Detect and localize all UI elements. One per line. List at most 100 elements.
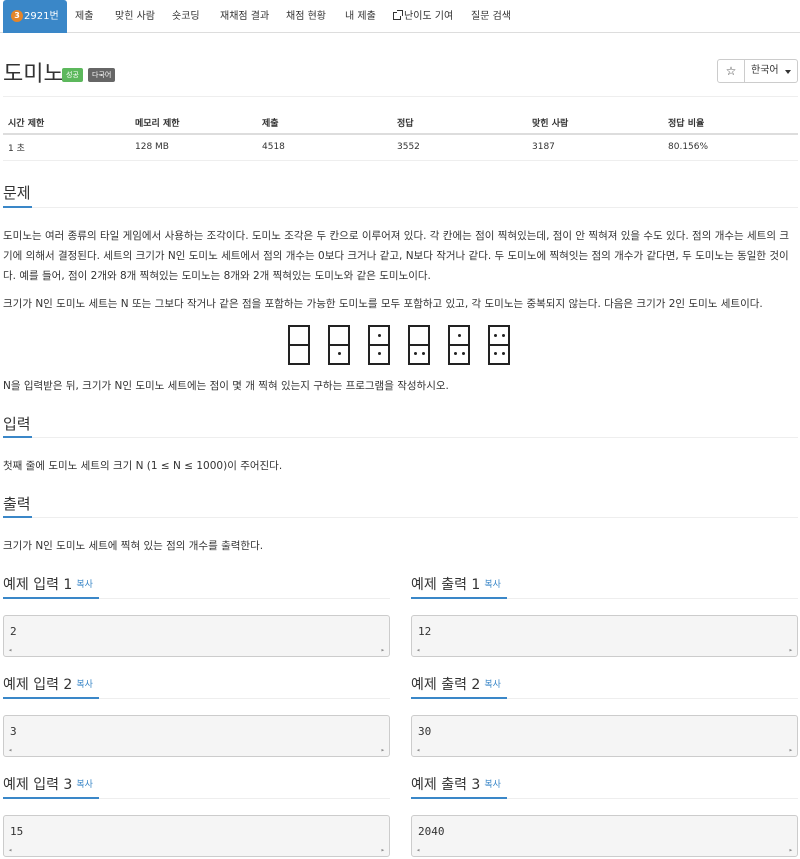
domino-tile (328, 325, 350, 365)
value-ratio: 80.156% (663, 134, 798, 161)
scroll-left-icon[interactable]: ◂ (8, 846, 12, 854)
domino-tile (288, 325, 310, 365)
scroll-right-icon[interactable]: ▸ (381, 846, 385, 854)
domino-tile (408, 325, 430, 365)
sample-output-box-3[interactable]: 2040 ◂ ▸ (411, 815, 798, 857)
sample-input-value: 3 (10, 725, 17, 738)
domino-pip (454, 352, 457, 355)
sample-output-box-2[interactable]: 30 ◂ ▸ (411, 715, 798, 757)
domino-pip (502, 352, 505, 355)
sample-input-title: 예제 입력 2 (3, 677, 73, 693)
language-select[interactable]: 한국어 (744, 59, 798, 83)
tab-rejudge-result[interactable]: 재채점 결과 (220, 0, 269, 33)
divider (3, 207, 798, 208)
sample-output-value: 2040 (418, 825, 445, 838)
heading-underline (3, 797, 99, 799)
domino-pip (378, 334, 381, 337)
domino-pip (414, 352, 417, 355)
scroll-left-icon[interactable]: ◂ (416, 746, 420, 754)
divider (3, 517, 798, 518)
tab-short-coding[interactable]: 숏코딩 (172, 0, 200, 33)
copy-button[interactable]: 복사 (484, 580, 501, 590)
star-button[interactable]: ☆ (717, 59, 745, 83)
heading-underline (411, 797, 507, 799)
scroll-right-icon[interactable]: ▸ (789, 646, 793, 654)
domino-pip (502, 334, 505, 337)
scroll-right-icon[interactable]: ▸ (381, 646, 385, 654)
sample-output-heading-1: 예제 출력 1 복사 (411, 574, 501, 594)
tab-my-submissions[interactable]: 내 제출 (345, 0, 376, 33)
output-description: 크기가 N인 도미노 세트에 찍혀 있는 점의 개수를 출력한다. (3, 540, 264, 552)
scroll-right-icon[interactable]: ▸ (789, 846, 793, 854)
tab-difficulty-contribution[interactable]: 난이도 기여 (393, 0, 453, 33)
scroll-left-icon[interactable]: ◂ (416, 846, 420, 854)
sample-output-title: 예제 출력 2 (411, 677, 481, 693)
scroll-left-icon[interactable]: ◂ (416, 646, 420, 654)
sample-output-title: 예제 출력 3 (411, 777, 481, 793)
sample-input-value: 15 (10, 825, 24, 838)
sample-output-box-1[interactable]: 12 ◂ ▸ (411, 615, 798, 657)
page-title: 도미노 (3, 62, 64, 87)
value-submissions: 4518 (257, 134, 392, 161)
heading-underline (411, 597, 507, 599)
problem-description-p3: N을 입력받은 뒤, 크기가 N인 도미노 세트에는 점이 몇 개 찍혀 있는지… (3, 380, 449, 392)
sample-input-title: 예제 입력 1 (3, 577, 73, 593)
tab-question-search[interactable]: 질문 검색 (471, 0, 511, 33)
heading-underline (3, 436, 32, 438)
tab-judge-status[interactable]: 채점 현황 (286, 0, 326, 33)
scroll-left-icon[interactable]: ◂ (8, 646, 12, 654)
tier-badge-icon: 3 (11, 10, 23, 22)
tab-solvers[interactable]: 맞힌 사람 (115, 0, 155, 33)
sample-input-heading-3: 예제 입력 3 복사 (3, 774, 93, 794)
tab-submit[interactable]: 제출 (75, 0, 93, 33)
domino-pip (338, 352, 341, 355)
domino-pip (422, 352, 425, 355)
scroll-right-icon[interactable]: ▸ (789, 746, 793, 754)
copy-button[interactable]: 복사 (76, 780, 93, 790)
problem-description-p2: 크기가 N인 도미노 세트는 N 또는 그보다 작거나 같은 점을 포함하는 가… (3, 298, 763, 310)
domino-tile (488, 325, 510, 365)
tab-label: 난이도 기여 (404, 11, 454, 22)
value-solvers: 3187 (527, 134, 663, 161)
domino-pip (462, 352, 465, 355)
header-ratio: 정답 비율 (663, 112, 798, 135)
copy-button[interactable]: 복사 (484, 680, 501, 690)
external-link-icon (393, 10, 403, 20)
section-heading-input: 입력 (3, 415, 31, 433)
value-accepted: 3552 (392, 134, 527, 161)
domino-pip (494, 352, 497, 355)
copy-button[interactable]: 복사 (76, 580, 93, 590)
header-time-limit: 시간 제한 (3, 112, 130, 135)
problem-description-p1: 도미노는 여러 종류의 타일 게임에서 사용하는 조각이다. 도미노 조각은 두… (3, 230, 789, 282)
sample-input-box-1[interactable]: 2 ◂ ▸ (3, 615, 390, 657)
copy-button[interactable]: 복사 (76, 680, 93, 690)
scroll-right-icon[interactable]: ▸ (381, 746, 385, 754)
status-badge-success: 성공 (62, 68, 83, 82)
scroll-left-icon[interactable]: ◂ (8, 746, 12, 754)
sample-output-value: 12 (418, 625, 432, 638)
header-submissions: 제출 (257, 112, 392, 135)
status-badge-multilingual: 다국어 (88, 68, 116, 82)
domino-tile (448, 325, 470, 365)
sample-input-box-3[interactable]: 15 ◂ ▸ (3, 815, 390, 857)
header-accepted: 정답 (392, 112, 527, 135)
sample-output-heading-2: 예제 출력 2 복사 (411, 674, 501, 694)
header-memory-limit: 메모리 제한 (130, 112, 257, 135)
domino-pip (494, 334, 497, 337)
domino-pip (458, 334, 461, 337)
tab-problem[interactable]: 3 2921번 (3, 0, 67, 33)
value-memory-limit: 128 MB (130, 134, 257, 161)
tab-label: 2921번 (24, 11, 59, 22)
copy-button[interactable]: 복사 (484, 780, 501, 790)
problem-nav-tabs: 3 2921번 제출 맞힌 사람 숏코딩 재채점 결과 채점 현황 내 제출 난이… (0, 0, 800, 33)
sample-input-box-2[interactable]: 3 ◂ ▸ (3, 715, 390, 757)
heading-underline (3, 597, 99, 599)
sample-input-heading-1: 예제 입력 1 복사 (3, 574, 93, 594)
heading-underline (411, 697, 507, 699)
value-time-limit: 1 초 (3, 134, 130, 161)
domino-pip (378, 352, 381, 355)
divider (3, 437, 798, 438)
sample-input-value: 2 (10, 625, 17, 638)
heading-underline (3, 697, 99, 699)
domino-tile (368, 325, 390, 365)
